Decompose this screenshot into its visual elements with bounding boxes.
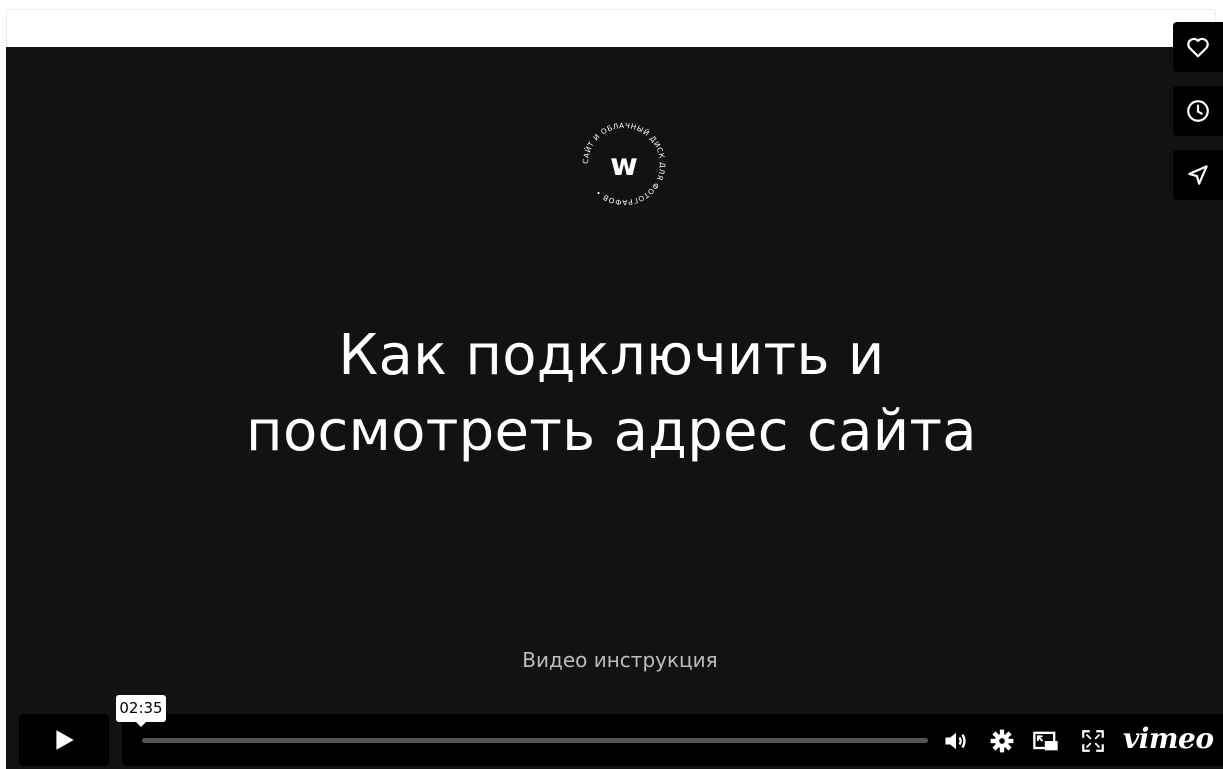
embed-frame-top — [6, 9, 1216, 47]
progress-bar[interactable] — [142, 738, 928, 743]
vimeo-logo-link[interactable]: vimeo — [1123, 722, 1214, 755]
video-title-line-1: Как подключить и — [338, 323, 885, 388]
paper-plane-icon — [1188, 165, 1208, 185]
heart-icon — [1187, 37, 1209, 58]
clock-icon — [1187, 100, 1209, 122]
play-button[interactable] — [19, 714, 109, 766]
play-icon — [56, 730, 74, 750]
like-button[interactable] — [1173, 22, 1223, 72]
hover-time-tooltip: 02:35 — [116, 695, 166, 727]
fullscreen-button[interactable] — [1079, 727, 1107, 755]
video-subtitle: Видео инструкция — [522, 648, 718, 672]
control-bar: vimeo — [122, 714, 1223, 766]
logo-letter: w — [610, 148, 638, 183]
volume-button[interactable] — [942, 727, 970, 755]
picture-in-picture-icon — [1033, 731, 1058, 751]
share-button[interactable] — [1173, 150, 1223, 200]
gear-icon — [990, 729, 1014, 753]
settings-button[interactable] — [988, 727, 1016, 755]
fullscreen-icon — [1082, 730, 1104, 752]
brand-logo: САЙТ И ОБЛАЧНЫЙ ДИСК ДЛЯ ФОТОГРАФОВ • w — [581, 121, 667, 207]
pip-button[interactable] — [1032, 727, 1060, 755]
video-title-line-2: посмотреть адрес сайта — [246, 399, 977, 464]
watch-later-button[interactable] — [1173, 86, 1223, 136]
volume-icon — [945, 732, 966, 750]
video-title: Как подключить и посмотреть адрес сайта — [0, 318, 1223, 470]
